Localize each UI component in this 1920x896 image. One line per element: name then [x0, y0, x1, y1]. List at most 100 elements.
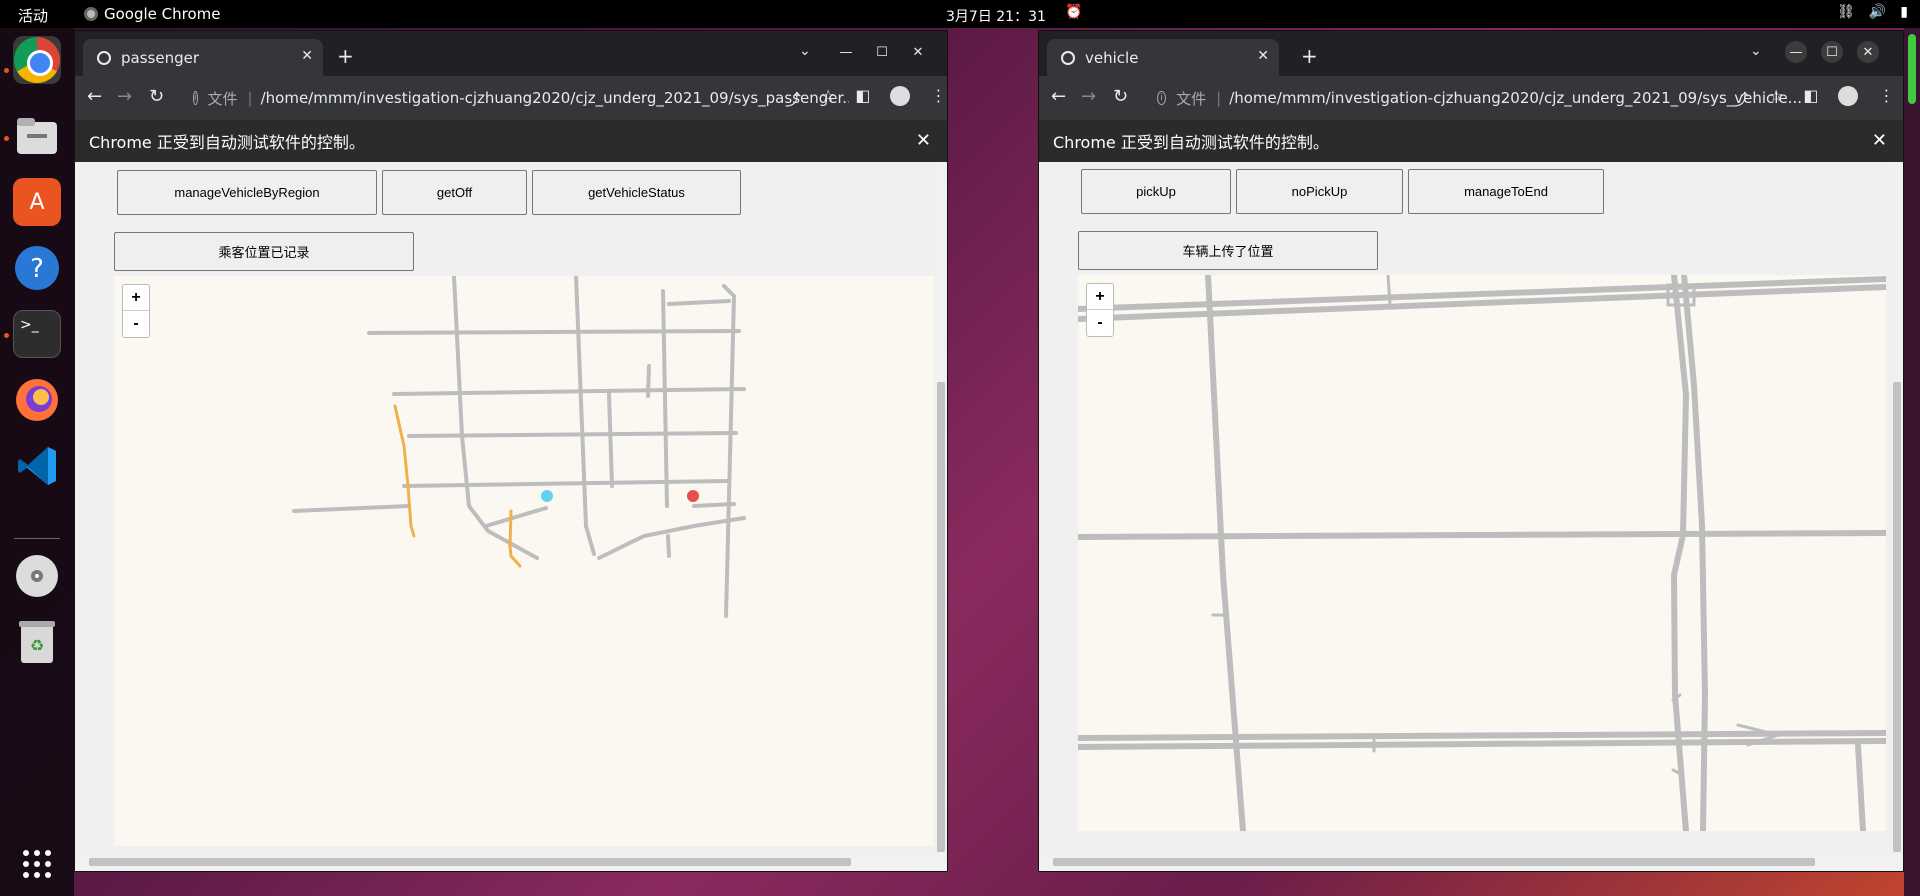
share-icon[interactable]: ⤴ [785, 86, 801, 110]
passenger-map[interactable]: + - [114, 276, 934, 846]
top-bar: 活动 Google Chrome 3月7日 21：31 ⏰ ⛓ 🔊 ▮ [0, 0, 1920, 28]
volume-icon: 🔊 [1868, 4, 1887, 20]
globe-icon [1061, 50, 1075, 65]
zoom-in-button[interactable]: + [1087, 284, 1113, 310]
sidepanel-icon[interactable]: ◧ [855, 86, 870, 110]
horizontal-scrollbar[interactable] [1039, 853, 1903, 871]
vertical-scrollbar[interactable] [935, 162, 947, 853]
automation-infobar: Chrome 正受到自动测试软件的控制。 ✕ [75, 120, 947, 162]
battery-icon: ▮ [1900, 4, 1908, 20]
zoom-out-button[interactable]: - [123, 311, 149, 337]
system-tray[interactable]: ⛓ 🔊 ▮ [1837, 4, 1908, 20]
close-window-button[interactable]: ✕ [907, 41, 929, 63]
software-icon[interactable]: A [13, 178, 61, 226]
address-bar[interactable]: i 文件 | /home/mmm/investigation-cjzhuang2… [193, 83, 849, 113]
running-indicator [4, 68, 9, 73]
sidepanel-icon[interactable]: ◧ [1803, 86, 1818, 110]
get-off-button[interactable]: getOff [382, 170, 527, 215]
scrollbar-thumb[interactable] [89, 858, 851, 866]
no-pick-up-button[interactable]: noPickUp [1236, 169, 1403, 214]
scrollbar-thumb[interactable] [1893, 382, 1901, 852]
minimize-button[interactable]: — [835, 41, 857, 63]
network-icon: ⛓ [1837, 4, 1855, 20]
forward-icon[interactable]: → [1081, 86, 1096, 107]
new-tab-button[interactable]: + [337, 44, 354, 68]
clock[interactable]: 3月7日 21：31 [946, 6, 1046, 26]
activities-button[interactable]: 活动 [18, 5, 48, 26]
bookmark-star-icon[interactable]: ☆ [821, 86, 835, 110]
back-icon[interactable]: ← [87, 86, 102, 107]
infobar-close-icon[interactable]: ✕ [916, 130, 931, 151]
close-tab-icon[interactable]: ✕ [1257, 48, 1269, 64]
page-content: pickUp noPickUp manageToEnd 车辆上传了位置 + - [1039, 162, 1903, 871]
zoom-control: + - [122, 284, 150, 338]
running-indicator [4, 136, 9, 141]
trash-icon[interactable]: ♻ [13, 618, 61, 666]
files-icon[interactable] [13, 112, 61, 160]
close-window-button[interactable]: ✕ [1857, 41, 1879, 63]
back-icon[interactable]: ← [1051, 86, 1066, 107]
vscode-icon[interactable] [13, 442, 61, 490]
chrome-icon[interactable] [13, 36, 61, 84]
page-content: manageVehicleByRegion getOff getVehicleS… [75, 162, 947, 871]
road-network [1078, 275, 1886, 831]
scrollbar-thumb[interactable] [1908, 34, 1916, 104]
info-icon[interactable]: i [1157, 91, 1167, 105]
scrollbar-thumb[interactable] [1053, 858, 1815, 866]
infobar-close-icon[interactable]: ✕ [1872, 130, 1887, 151]
profile-avatar[interactable] [890, 86, 911, 106]
svg-text:♻: ♻ [30, 636, 44, 655]
url-scheme-label: 文件 [207, 89, 238, 108]
scrollbar-thumb[interactable] [937, 382, 945, 852]
automation-infobar: Chrome 正受到自动测试软件的控制。 ✕ [1039, 120, 1903, 162]
forward-icon[interactable]: → [117, 86, 132, 107]
minimize-button[interactable]: — [1785, 41, 1807, 63]
tab-passenger[interactable]: passenger ✕ [83, 39, 323, 76]
road-network [292, 276, 746, 618]
terminal-icon[interactable]: >_ [13, 310, 61, 358]
close-tab-icon[interactable]: ✕ [301, 48, 313, 64]
menu-icon[interactable]: ⋮ [930, 86, 946, 110]
get-vehicle-status-button[interactable]: getVehicleStatus [532, 170, 741, 215]
maximize-button[interactable]: ☐ [1821, 41, 1843, 63]
manage-vehicle-by-region-button[interactable]: manageVehicleByRegion [117, 170, 377, 215]
manage-to-end-button[interactable]: manageToEnd [1408, 169, 1604, 214]
vehicle-status-button[interactable]: 车辆上传了位置 [1078, 231, 1378, 270]
vertical-scrollbar[interactable] [1891, 162, 1903, 853]
disc-icon[interactable] [13, 552, 61, 600]
address-bar[interactable]: i 文件 | /home/mmm/investigation-cjzhuang2… [1157, 83, 1802, 113]
vehicle-marker[interactable] [687, 490, 699, 502]
tab-search-icon[interactable]: ⌄ [799, 43, 811, 59]
app-menu[interactable]: Google Chrome [84, 5, 221, 23]
maximize-button[interactable]: ☐ [871, 41, 893, 63]
firefox-icon[interactable] [13, 376, 61, 424]
tab-bar: vehicle ✕ + ⌄ — ☐ ✕ [1039, 31, 1903, 76]
apps-grid-icon[interactable] [13, 840, 61, 888]
vehicle-map[interactable]: + - [1078, 275, 1886, 831]
passenger-browser-window: passenger ✕ + ⌄ — ☐ ✕ ← → ↻ i 文件 | /home… [74, 30, 948, 872]
passenger-marker[interactable] [541, 490, 553, 502]
zoom-control: + - [1086, 283, 1114, 337]
tab-vehicle[interactable]: vehicle ✕ [1047, 39, 1279, 76]
share-icon[interactable]: ⤴ [1733, 86, 1749, 110]
bookmark-star-icon[interactable]: ☆ [1769, 86, 1783, 110]
dock: A ? >_ ♻ [0, 28, 74, 896]
zoom-in-button[interactable]: + [123, 285, 149, 311]
pick-up-button[interactable]: pickUp [1081, 169, 1231, 214]
tab-title: passenger [121, 48, 199, 67]
menu-icon[interactable]: ⋮ [1878, 86, 1894, 110]
zoom-out-button[interactable]: - [1087, 310, 1113, 336]
passenger-status-button[interactable]: 乘客位置已记录 [114, 232, 414, 271]
screen-edge-scrollbar[interactable] [1904, 28, 1920, 896]
tab-search-icon[interactable]: ⌄ [1750, 43, 1762, 59]
reload-icon[interactable]: ↻ [1113, 86, 1128, 107]
reload-icon[interactable]: ↻ [149, 86, 164, 107]
new-tab-button[interactable]: + [1301, 44, 1318, 68]
toolbar: ← → ↻ i 文件 | /home/mmm/investigation-cjz… [1039, 76, 1903, 120]
horizontal-scrollbar[interactable] [75, 853, 947, 871]
window-controls: — ☐ ✕ [1785, 41, 1879, 63]
profile-avatar[interactable] [1838, 86, 1859, 106]
info-icon[interactable]: i [193, 91, 198, 105]
help-icon[interactable]: ? [13, 244, 61, 292]
url-scheme-label: 文件 [1176, 89, 1207, 108]
